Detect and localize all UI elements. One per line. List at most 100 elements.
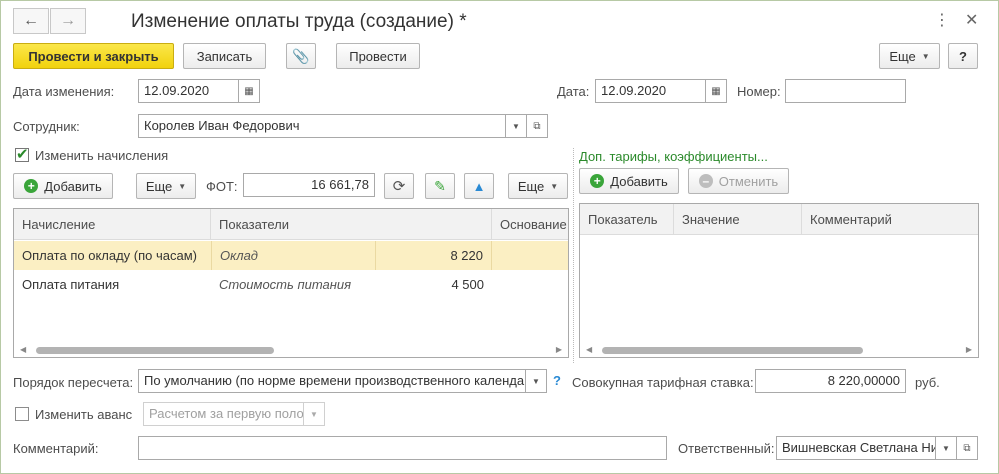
refresh-icon: ⟳: [392, 178, 406, 195]
total-rate-unit: руб.: [915, 375, 940, 390]
number-label: Номер:: [737, 84, 781, 99]
checkmark-icon: ✔: [16, 146, 29, 163]
panel-divider: [573, 148, 574, 363]
column-header[interactable]: [375, 209, 492, 240]
calendar-icon: ▦: [244, 85, 254, 97]
date-label: Дата:: [557, 84, 590, 99]
open-icon: ⧉: [963, 442, 971, 454]
number-field[interactable]: [785, 79, 906, 103]
recalc-field[interactable]: По умолчанию (по норме времени производс…: [138, 369, 526, 393]
caret-down-icon: ▼: [310, 409, 318, 419]
arrow-up-icon: ▲: [472, 178, 486, 194]
save-button[interactable]: Записать: [183, 43, 266, 69]
accrual-basis: [492, 241, 568, 270]
change-date-label: Дата изменения:: [13, 84, 115, 99]
change-advance-checkbox[interactable]: [15, 407, 29, 421]
recalc-help-icon[interactable]: ?: [553, 373, 561, 388]
tariffs-table[interactable]: Показатель Значение Комментарий ◀ ▶: [579, 203, 979, 358]
fot-label: ФОТ:: [206, 179, 238, 194]
total-rate-field[interactable]: 8 220,00000: [755, 369, 906, 393]
change-accruals-checkbox[interactable]: ✔: [15, 146, 29, 163]
change-accruals-label: Изменить начисления: [35, 148, 169, 163]
add-accrual-button[interactable]: + Добавить: [13, 173, 113, 199]
calendar-button-2[interactable]: ▦: [705, 79, 727, 103]
page-title: Изменение оплаты труда (создание) *: [131, 11, 467, 32]
scroll-thumb[interactable]: [602, 347, 863, 354]
accrual-name: Оплата питания: [22, 277, 120, 292]
responsible-dropdown-button[interactable]: ▼: [935, 436, 957, 460]
horizontal-scrollbar[interactable]: ◀ ▶: [14, 343, 568, 357]
employee-open-button[interactable]: ⧉: [526, 114, 548, 138]
column-header[interactable]: Значение: [674, 204, 802, 235]
scroll-thumb[interactable]: [36, 347, 274, 354]
column-header[interactable]: Комментарий: [802, 204, 978, 235]
comment-label: Комментарий:: [13, 441, 99, 456]
attach-button[interactable]: 📎: [286, 43, 316, 69]
edit-button[interactable]: ✎: [425, 173, 455, 199]
table-row[interactable]: Оплата питания Стоимость питания 4 500: [14, 270, 568, 299]
close-icon[interactable]: ✕: [965, 10, 978, 30]
table-row[interactable]: Оплата по окладу (по часам) Оклад 8 220: [14, 241, 568, 270]
advance-field[interactable]: Расчетом за первую половину месяца: [143, 402, 304, 426]
scroll-right-icon[interactable]: ▶: [556, 345, 562, 354]
help-button[interactable]: ?: [948, 43, 978, 69]
cancel-tariff-button[interactable]: – Отменить: [688, 168, 789, 194]
caret-down-icon: ▼: [178, 181, 187, 191]
pencil-icon: ✎: [434, 177, 446, 194]
advance-dropdown-button[interactable]: ▼: [303, 402, 325, 426]
column-header[interactable]: Показатель: [580, 204, 674, 235]
change-date-field[interactable]: 12.09.2020: [138, 79, 239, 103]
open-icon: ⧉: [533, 120, 541, 132]
add-icon: +: [590, 174, 605, 188]
comment-field[interactable]: [138, 436, 667, 460]
scroll-left-icon[interactable]: ◀: [586, 345, 592, 354]
employee-dropdown-button[interactable]: ▼: [505, 114, 527, 138]
responsible-label: Ответственный:: [678, 441, 775, 456]
change-advance-label: Изменить аванс: [35, 407, 133, 422]
post-button[interactable]: Провести: [336, 43, 420, 69]
total-rate-label: Совокупная тарифная ставка:: [572, 375, 754, 390]
calendar-icon: ▦: [711, 85, 721, 97]
accruals-more-label: Еще: [145, 178, 173, 194]
accruals-more2-label: Еще: [517, 178, 545, 194]
more-label: Еще: [889, 48, 916, 64]
accruals-more-button-2[interactable]: Еще ▼: [508, 173, 568, 199]
more-button[interactable]: Еще ▼: [879, 43, 940, 69]
employee-field[interactable]: Королев Иван Федорович: [138, 114, 506, 138]
add-accrual-label: Добавить: [44, 178, 102, 194]
caret-down-icon: ▼: [921, 51, 930, 61]
date-field[interactable]: 12.09.2020: [595, 79, 706, 103]
caret-down-icon: ▼: [942, 443, 950, 453]
cancel-tariff-label: Отменить: [718, 173, 779, 189]
add-tariff-button[interactable]: + Добавить: [579, 168, 679, 194]
column-header[interactable]: Показатели: [211, 209, 375, 240]
recalc-dropdown-button[interactable]: ▼: [525, 369, 547, 393]
responsible-open-button[interactable]: ⧉: [956, 436, 978, 460]
caret-down-icon: ▼: [532, 376, 540, 386]
calendar-button[interactable]: ▦: [238, 79, 260, 103]
accruals-table[interactable]: Начисление Показатели Основание Оплата п…: [13, 208, 569, 358]
arrow-left-icon: ←: [23, 12, 39, 29]
tariffs-link[interactable]: Доп. тарифы, коэффициенты...: [579, 149, 768, 164]
add-icon: +: [24, 179, 39, 193]
column-header[interactable]: Основание: [492, 209, 568, 240]
forward-button[interactable]: →: [50, 8, 86, 34]
horizontal-scrollbar[interactable]: ◀ ▶: [580, 343, 978, 357]
back-button[interactable]: ←: [13, 8, 49, 34]
kebab-menu-icon[interactable]: ⋮: [934, 10, 950, 30]
scroll-right-icon[interactable]: ▶: [966, 345, 972, 354]
employee-label: Сотрудник:: [13, 119, 80, 134]
tariffs-table-header: Показатель Значение Комментарий: [580, 204, 978, 235]
accrual-indicator: Стоимость питания: [219, 277, 352, 292]
accruals-table-header: Начисление Показатели Основание: [14, 209, 568, 240]
accruals-more-button[interactable]: Еще ▼: [136, 173, 196, 199]
post-and-close-button[interactable]: Провести и закрыть: [13, 43, 174, 69]
accrual-name: Оплата по окладу (по часам): [22, 248, 197, 263]
move-up-button[interactable]: ▲: [464, 173, 494, 199]
scroll-left-icon[interactable]: ◀: [20, 345, 26, 354]
accrual-indicator: Оклад: [211, 241, 375, 270]
responsible-field[interactable]: Вишневская Светлана Николаевна: [776, 436, 936, 460]
column-header[interactable]: Начисление: [14, 209, 211, 240]
fot-field[interactable]: 16 661,78: [243, 173, 375, 197]
refresh-button[interactable]: ⟳: [384, 173, 414, 199]
